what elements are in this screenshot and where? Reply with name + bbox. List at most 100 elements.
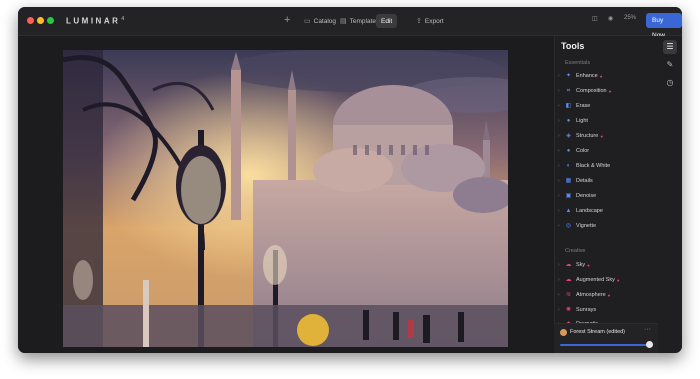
preset-thumbnail bbox=[560, 329, 567, 336]
atmosphere-icon: ≋ bbox=[565, 291, 572, 298]
tool-color-label: Color bbox=[576, 148, 590, 154]
tab-edit[interactable]: Edit bbox=[376, 14, 398, 28]
chevron-right-icon: › bbox=[558, 307, 560, 313]
essentials-section-label: Essentials bbox=[565, 60, 591, 66]
history-icon[interactable]: ◷ bbox=[663, 76, 677, 90]
preset-amount-slider[interactable] bbox=[560, 344, 650, 346]
tab-edit-label: Edit bbox=[381, 17, 393, 25]
zoom-level[interactable]: 25% bbox=[624, 15, 636, 21]
details-icon: ▦ bbox=[565, 177, 572, 184]
mosque-photo bbox=[63, 50, 508, 347]
ai-badge-icon: ● bbox=[608, 88, 612, 94]
tool-details-label: Details bbox=[576, 178, 593, 184]
tab-export[interactable]: ⇪ Export bbox=[411, 14, 449, 28]
image-canvas bbox=[18, 36, 554, 353]
tool-composition[interactable]: › ⌗ Composition ● bbox=[558, 85, 611, 97]
app-window: LUMINAR4 + ▭ Catalog ▤ Templates Edit ⇪ … bbox=[18, 7, 682, 353]
eye-icon[interactable]: ◉ bbox=[608, 15, 613, 22]
crop-icon: ⌗ bbox=[566, 87, 571, 94]
tool-details[interactable]: › ▦ Details bbox=[558, 175, 593, 187]
structure-icon: ◈ bbox=[566, 132, 571, 139]
export-icon: ⇪ bbox=[416, 18, 422, 25]
tool-landscape[interactable]: › ▲ Landscape bbox=[558, 205, 603, 217]
tools-sliders-icon[interactable]: ☰ bbox=[663, 40, 677, 54]
chevron-right-icon: › bbox=[558, 208, 560, 214]
tool-black-white-label: Black & White bbox=[576, 163, 611, 169]
bw-icon: ◐ bbox=[566, 162, 571, 169]
zoom-window-button[interactable] bbox=[47, 17, 54, 24]
vignette-icon: ◎ bbox=[565, 222, 572, 229]
tool-composition-label: Composition bbox=[576, 88, 607, 94]
ai-badge-icon: ● bbox=[599, 73, 603, 79]
templates-icon: ▤ bbox=[340, 18, 347, 25]
tab-catalog-label: Catalog bbox=[313, 17, 337, 25]
tool-augmented-sky[interactable]: › ☁ Augmented Sky ● bbox=[558, 274, 620, 286]
applied-preset-bar: Forest Stream (edited) ··· bbox=[554, 323, 658, 353]
buy-now-button[interactable]: Buy Now bbox=[646, 13, 682, 39]
chevron-right-icon: › bbox=[558, 118, 560, 124]
tool-vignette-label: Vignette bbox=[576, 223, 597, 229]
ai-badge-icon: ● bbox=[616, 277, 620, 283]
denoise-icon: ▣ bbox=[565, 192, 572, 199]
tool-sunrays[interactable]: › ✺ Sunrays bbox=[558, 304, 596, 316]
landscape-icon: ▲ bbox=[565, 207, 572, 214]
chevron-right-icon: › bbox=[558, 292, 560, 298]
tool-atmosphere[interactable]: › ≋ Atmosphere ● bbox=[558, 289, 610, 301]
tool-denoise[interactable]: › ▣ Denoise bbox=[558, 190, 596, 202]
photo-preview[interactable] bbox=[63, 50, 508, 347]
folder-icon: ▭ bbox=[304, 18, 311, 25]
chevron-right-icon: › bbox=[558, 163, 560, 169]
tool-landscape-label: Landscape bbox=[576, 208, 603, 214]
chevron-right-icon: › bbox=[558, 277, 560, 283]
tool-denoise-label: Denoise bbox=[576, 193, 597, 199]
chevron-right-icon: › bbox=[558, 73, 560, 79]
tool-vignette[interactable]: › ◎ Vignette bbox=[558, 220, 596, 232]
minimize-window-button[interactable] bbox=[37, 17, 44, 24]
more-options-icon[interactable]: ··· bbox=[644, 326, 651, 333]
ai-badge-icon: ● bbox=[600, 133, 604, 139]
augmented-sky-icon: ☁ bbox=[565, 276, 572, 283]
right-rail: ☰ ✎ ◷ bbox=[658, 36, 682, 353]
chevron-right-icon: › bbox=[558, 103, 560, 109]
brush-icon[interactable]: ✎ bbox=[663, 58, 677, 72]
brand-version: 4 bbox=[121, 16, 125, 22]
tool-light-label: Light bbox=[576, 118, 588, 124]
tool-color[interactable]: › ● Color bbox=[558, 145, 589, 157]
brand-name: LUMINAR bbox=[66, 16, 121, 26]
tool-sky[interactable]: › ☁ Sky ● bbox=[558, 259, 590, 271]
erase-icon: ◧ bbox=[565, 102, 572, 109]
tool-structure-label: Structure bbox=[576, 133, 599, 139]
tool-sky-label: Sky bbox=[576, 262, 586, 268]
tool-atmosphere-label: Atmosphere bbox=[576, 292, 606, 298]
tool-black-white[interactable]: › ◐ Black & White bbox=[558, 160, 610, 172]
tool-structure[interactable]: › ◈ Structure ● bbox=[558, 130, 603, 142]
tab-export-label: Export bbox=[424, 17, 444, 25]
color-icon: ● bbox=[566, 147, 571, 154]
preset-name: Forest Stream (edited) bbox=[570, 329, 626, 335]
tool-erase[interactable]: › ◧ Erase bbox=[558, 100, 590, 112]
tool-erase-label: Erase bbox=[576, 103, 591, 109]
creative-section-label: Creative bbox=[565, 248, 586, 254]
chevron-right-icon: › bbox=[558, 193, 560, 199]
enhance-icon: ✦ bbox=[565, 72, 572, 79]
light-icon: ● bbox=[566, 117, 571, 124]
tool-augmented-sky-label: Augmented Sky bbox=[576, 277, 615, 283]
compare-icon[interactable]: ◫ bbox=[592, 15, 598, 22]
title-bar: LUMINAR4 + ▭ Catalog ▤ Templates Edit ⇪ … bbox=[18, 7, 682, 39]
sunrays-icon: ✺ bbox=[565, 306, 572, 313]
add-photos-button[interactable]: + bbox=[284, 14, 290, 26]
preset-amount-slider-handle[interactable] bbox=[646, 341, 653, 348]
sky-icon: ☁ bbox=[565, 261, 572, 268]
chevron-right-icon: › bbox=[558, 178, 560, 184]
chevron-right-icon: › bbox=[558, 133, 560, 139]
tools-panel: Tools Essentials › ✦ Enhance ● › ⌗ Compositio… bbox=[554, 36, 659, 353]
close-window-button[interactable] bbox=[27, 17, 34, 24]
ai-badge-icon: ● bbox=[607, 292, 611, 298]
tool-sunrays-label: Sunrays bbox=[576, 307, 597, 313]
ai-badge-icon: ● bbox=[587, 262, 590, 268]
chevron-right-icon: › bbox=[558, 148, 560, 154]
tools-title: Tools bbox=[561, 41, 585, 51]
tab-templates-label: Templates bbox=[349, 17, 380, 25]
tool-enhance[interactable]: › ✦ Enhance ● bbox=[558, 70, 602, 82]
tool-light[interactable]: › ● Light bbox=[558, 115, 588, 127]
